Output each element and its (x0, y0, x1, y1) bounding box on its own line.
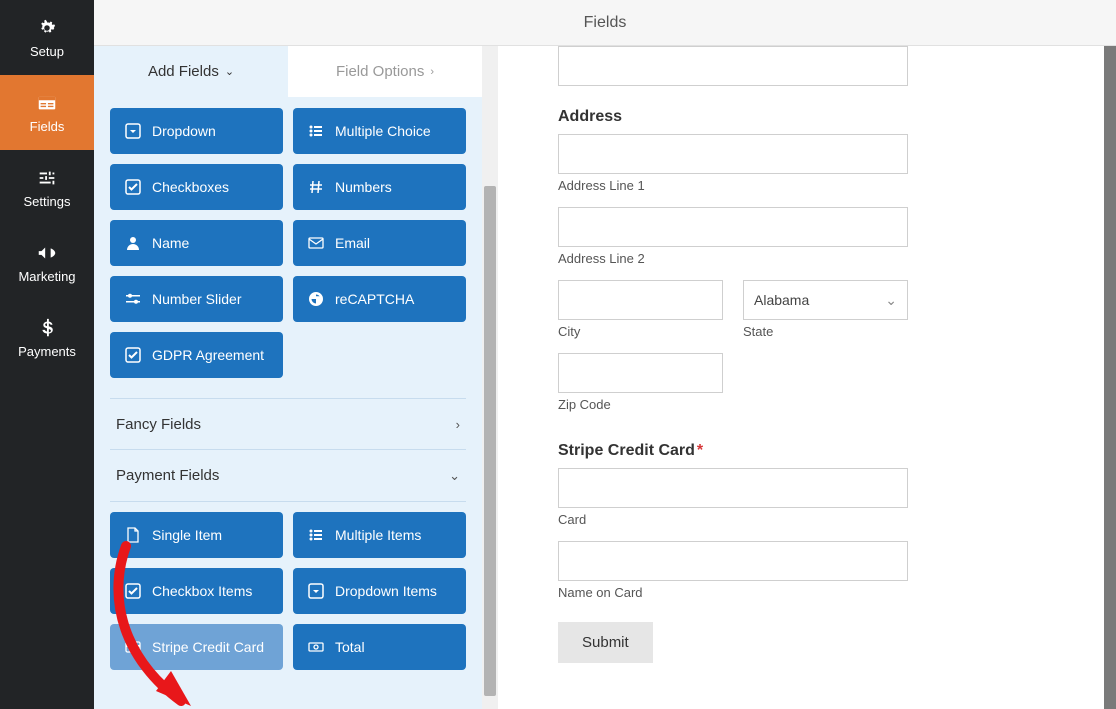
field-checkboxes[interactable]: Checkboxes (110, 164, 283, 210)
form-icon (35, 91, 59, 115)
money-icon (307, 638, 325, 656)
page-title-bar: Fields (94, 0, 1116, 46)
check-square-icon (124, 178, 142, 196)
sidebar-item-marketing[interactable]: Marketing (0, 225, 94, 300)
field-single-item[interactable]: Single Item (110, 512, 283, 558)
city-input[interactable] (558, 280, 723, 320)
hash-icon (307, 178, 325, 196)
preview-input-generic[interactable] (558, 46, 908, 86)
sidebar-label: Marketing (18, 269, 75, 284)
address-line2-input[interactable] (558, 207, 908, 247)
sidebar-item-fields[interactable]: Fields (0, 75, 94, 150)
address-label: Address (558, 108, 1074, 126)
required-indicator: * (697, 442, 703, 460)
city-sublabel: City (558, 324, 723, 339)
field-multiple-items[interactable]: Multiple Items (293, 512, 466, 558)
stripe-card-input[interactable] (558, 468, 908, 508)
stripe-label: Stripe Credit Card* (558, 442, 1074, 460)
zip-input[interactable] (558, 353, 723, 393)
field-recaptcha[interactable]: reCAPTCHA (293, 276, 466, 322)
field-gdpr[interactable]: GDPR Agreement (110, 332, 283, 378)
left-panel: Add Fields ⌄ Field Options › Dropdown (94, 46, 498, 709)
field-stripe-credit-card[interactable]: Stripe Credit Card (110, 624, 283, 670)
sidebar-label: Setup (30, 44, 64, 59)
chevron-right-icon: › (456, 417, 460, 432)
section-payment-fields[interactable]: Payment Fields ⌄ (110, 450, 466, 502)
sidebar-item-settings[interactable]: Settings (0, 150, 94, 225)
field-checkbox-items[interactable]: Checkbox Items (110, 568, 283, 614)
file-icon (124, 526, 142, 544)
chevron-right-icon: › (430, 66, 434, 78)
address-line1-sublabel: Address Line 1 (558, 178, 1074, 193)
sliders-h-icon (124, 290, 142, 308)
zip-sublabel: Zip Code (558, 397, 1074, 412)
stripe-card-sublabel: Card (558, 512, 1074, 527)
caret-square-icon (124, 122, 142, 140)
page-title: Fields (584, 14, 627, 32)
standard-fields-grid: Dropdown Multiple Choice Checkboxes Numb… (110, 98, 466, 378)
chevron-down-icon: ⌄ (885, 292, 897, 309)
field-numbers[interactable]: Numbers (293, 164, 466, 210)
gear-icon (35, 16, 59, 40)
scrollbar-thumb[interactable] (484, 186, 496, 696)
preview-address-block: Address Address Line 1 Address Line 2 Ci… (558, 108, 1074, 412)
check-square-icon (124, 346, 142, 364)
sidebar-item-payments[interactable]: Payments (0, 300, 94, 375)
dollar-icon (35, 316, 59, 340)
address-line2-sublabel: Address Line 2 (558, 251, 1074, 266)
bullhorn-icon (35, 241, 59, 265)
state-select[interactable]: Alabama ⌄ (743, 280, 908, 320)
tab-field-options[interactable]: Field Options › (288, 46, 482, 97)
list-icon (307, 122, 325, 140)
list-icon (307, 526, 325, 544)
check-square-icon (124, 582, 142, 600)
caret-square-icon (307, 582, 325, 600)
user-icon (124, 234, 142, 252)
field-name[interactable]: Name (110, 220, 283, 266)
sidebar-label: Fields (30, 119, 65, 134)
field-dropdown-items[interactable]: Dropdown Items (293, 568, 466, 614)
preview-area: Address Address Line 1 Address Line 2 Ci… (498, 46, 1116, 709)
field-dropdown[interactable]: Dropdown (110, 108, 283, 154)
panel-tabs: Add Fields ⌄ Field Options › (94, 46, 482, 98)
submit-button[interactable]: Submit (558, 622, 653, 663)
preview-stripe-block: Stripe Credit Card* Card Name on Card (558, 442, 1074, 600)
sidebar-label: Payments (18, 344, 76, 359)
stripe-name-sublabel: Name on Card (558, 585, 1074, 600)
sliders-icon (35, 166, 59, 190)
google-icon (307, 290, 325, 308)
envelope-icon (307, 234, 325, 252)
card-icon (124, 638, 142, 656)
tab-add-fields[interactable]: Add Fields ⌄ (94, 46, 288, 97)
scrollbar-track[interactable] (482, 46, 498, 709)
stripe-name-input[interactable] (558, 541, 908, 581)
chevron-down-icon: ⌄ (225, 65, 234, 78)
sidebar-item-setup[interactable]: Setup (0, 0, 94, 75)
sidebar-label: Settings (24, 194, 71, 209)
field-email[interactable]: Email (293, 220, 466, 266)
section-fancy-fields[interactable]: Fancy Fields › (110, 398, 466, 450)
sidebar: Setup Fields Settings Marketing Payments (0, 0, 94, 709)
field-number-slider[interactable]: Number Slider (110, 276, 283, 322)
state-sublabel: State (743, 324, 908, 339)
field-multiple-choice[interactable]: Multiple Choice (293, 108, 466, 154)
payment-fields-grid: Single Item Multiple Items Checkbox Item… (110, 502, 466, 670)
address-line1-input[interactable] (558, 134, 908, 174)
field-total[interactable]: Total (293, 624, 466, 670)
chevron-down-icon: ⌄ (449, 468, 460, 484)
